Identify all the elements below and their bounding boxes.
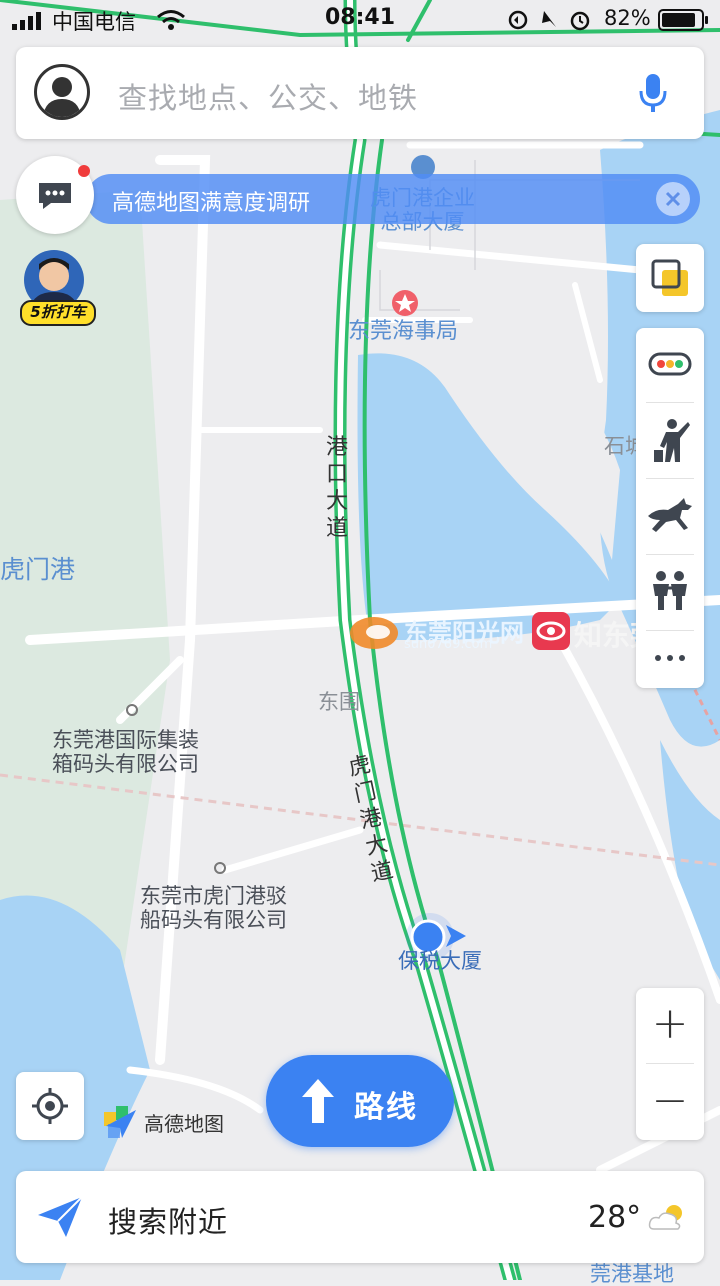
watermark-domain: sun0769.com: [404, 637, 493, 652]
more-icon: [655, 655, 685, 661]
zoom-in-button[interactable]: +: [636, 988, 704, 1063]
route-button-label[interactable]: 路线: [354, 1082, 418, 1126]
close-icon[interactable]: [656, 182, 690, 216]
horse-icon: [648, 498, 692, 532]
walking-person-icon: [654, 419, 690, 462]
status-icons: [508, 10, 590, 31]
amap-logo-icon: [104, 1106, 136, 1138]
taxi-promo-tag[interactable]: 5折打车: [20, 300, 96, 326]
travel-button[interactable]: [636, 480, 704, 552]
notification-dot: [78, 165, 90, 177]
map-label-maritime[interactable]: 东莞海事局: [348, 320, 458, 344]
map-tools: [636, 328, 704, 688]
weather-icon[interactable]: [648, 1201, 688, 1233]
status-bar: 中国电信 08:41 82%: [0, 0, 720, 40]
watermark-logo-icon: [350, 617, 398, 649]
map-label-donwei: 东围: [318, 690, 360, 714]
battery-percent: 82%: [604, 6, 651, 30]
more-button[interactable]: [636, 632, 704, 688]
group-people-icon: [653, 571, 687, 610]
group-button[interactable]: [636, 556, 704, 628]
battery-icon: [658, 9, 708, 31]
search-nearby-bar[interactable]: 搜索附近 28°: [16, 1171, 704, 1263]
zoom-divider: [646, 1063, 694, 1064]
locate-button[interactable]: [16, 1072, 84, 1140]
message-icon: [39, 183, 71, 209]
map-label-baoshui[interactable]: 保税大厦: [398, 949, 482, 973]
avatar-icon[interactable]: [34, 64, 90, 120]
zoom-controls: + −: [636, 988, 704, 1140]
watermark: 东莞阳光网 sun0769.com 知东莞: [346, 610, 676, 656]
map-label-container-terminal[interactable]: 东莞港国际集装 箱码头有限公司: [52, 728, 199, 776]
watermark-eye-icon: [532, 612, 570, 650]
traffic-icon: [648, 352, 692, 376]
zoom-out-button[interactable]: −: [636, 1065, 704, 1140]
road-label-gangkou-text: 港口大道: [325, 435, 348, 541]
temperature[interactable]: 28°: [588, 1200, 641, 1235]
map-label-bottom-cut: 莞港基地: [590, 1262, 674, 1286]
traffic-button[interactable]: [636, 328, 704, 400]
search-nearby-label[interactable]: 搜索附近: [108, 1199, 228, 1241]
layers-icon: [651, 259, 688, 296]
road-label-gangkou: 港口大道: [324, 434, 350, 542]
map-label-barge-terminal[interactable]: 东莞市虎门港驳 船码头有限公司: [140, 884, 287, 932]
send-arrow-icon: [38, 1197, 82, 1237]
locate-icon: [32, 1088, 68, 1124]
route-arrow-icon: [302, 1079, 334, 1123]
map-label-humen-port: 虎门港: [0, 555, 76, 584]
microphone-icon[interactable]: [638, 73, 668, 115]
search-input[interactable]: 查找地点、公交、地铁: [118, 75, 418, 117]
survey-banner-text[interactable]: 高德地图满意度调研: [112, 185, 310, 217]
layers-button[interactable]: [636, 244, 704, 312]
survey-banner[interactable]: 高德地图满意度调研: [86, 174, 700, 224]
walk-guide-button[interactable]: [636, 404, 704, 476]
search-bar[interactable]: 查找地点、公交、地铁: [16, 47, 704, 139]
amap-logo-text: 高德地图: [144, 1112, 224, 1136]
route-button[interactable]: 路线: [266, 1055, 454, 1147]
